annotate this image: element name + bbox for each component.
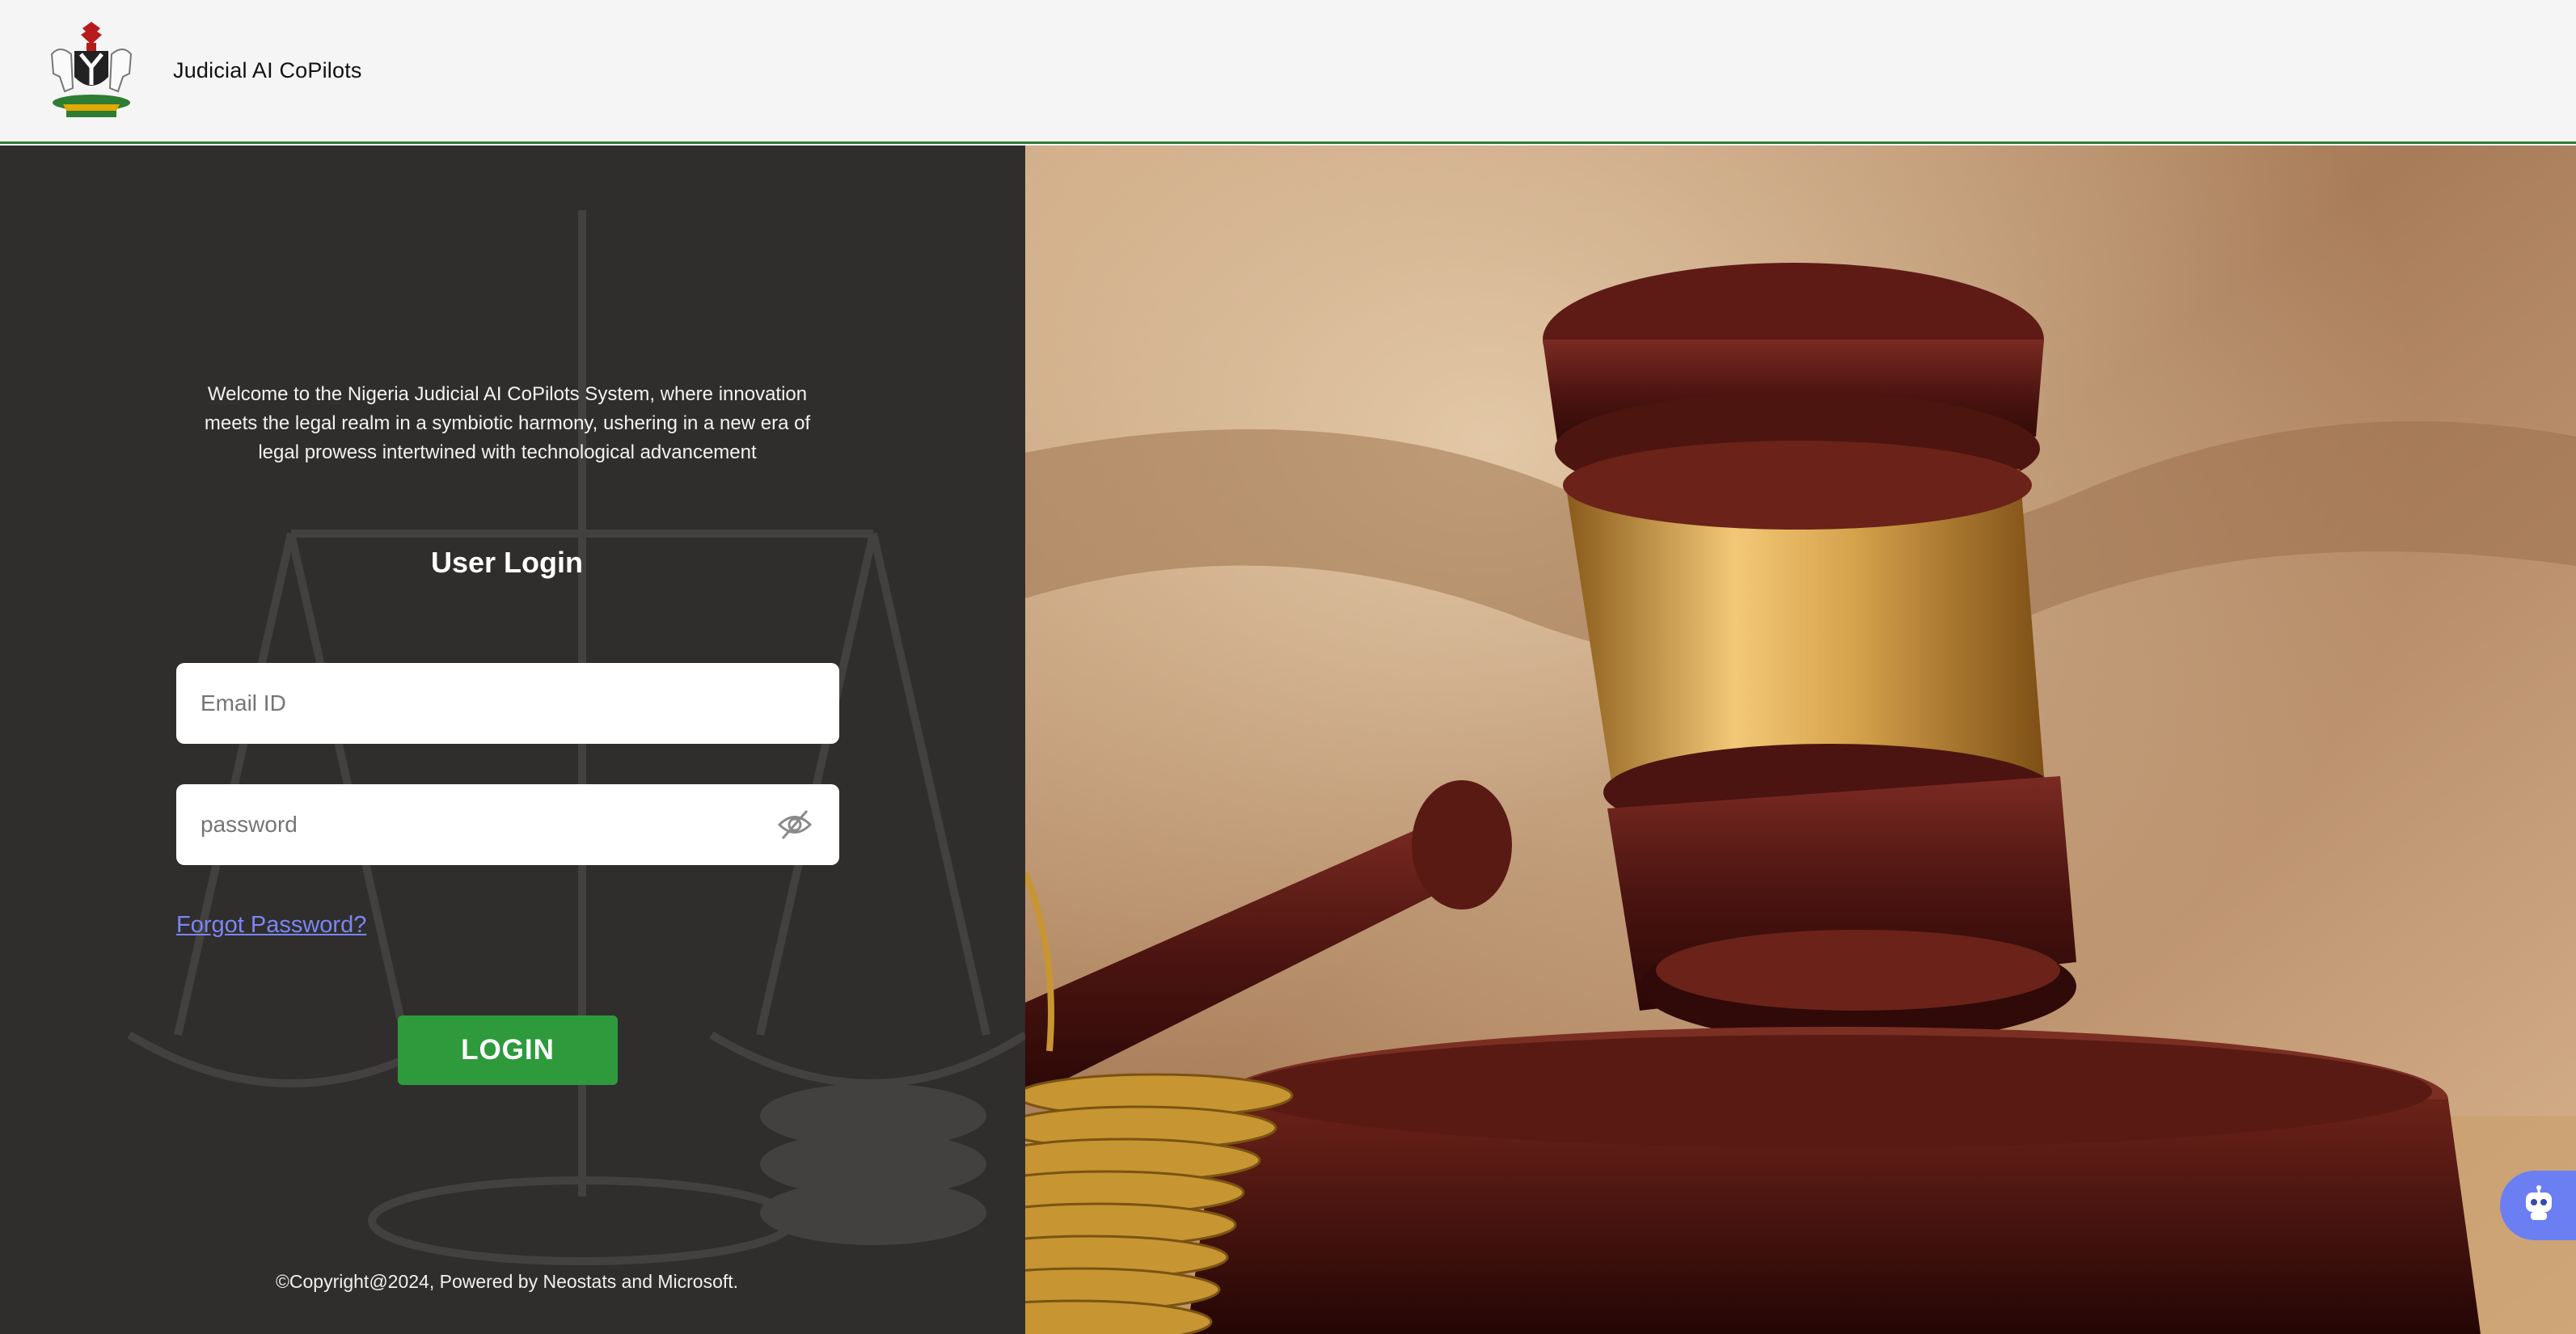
top-header: Judicial AI CoPilots xyxy=(0,0,2576,144)
login-button[interactable]: LOGIN xyxy=(398,1015,618,1085)
welcome-message: Welcome to the Nigeria Judicial AI CoPil… xyxy=(204,383,811,463)
hero-image xyxy=(1025,146,2576,1334)
gavel-illustration xyxy=(1025,146,2576,1334)
forgot-password-link[interactable]: Forgot Password? xyxy=(176,912,366,939)
password-input[interactable] xyxy=(201,784,775,865)
login-panel: Welcome to the Nigeria Judicial AI CoPil… xyxy=(0,146,1025,1334)
robot-icon xyxy=(2519,1184,2558,1227)
login-heading: User Login xyxy=(430,546,583,579)
app-title: Judicial AI CoPilots xyxy=(173,58,362,82)
copyright-text: ©Copyright@2024, Powered by Neostats and… xyxy=(275,1271,739,1292)
password-field xyxy=(176,784,839,865)
email-input[interactable] xyxy=(201,663,815,744)
nigeria-coat-of-arms-icon xyxy=(36,20,147,122)
email-field xyxy=(176,663,839,744)
eye-off-icon[interactable] xyxy=(775,804,815,845)
chatbot-button[interactable] xyxy=(2500,1171,2576,1240)
